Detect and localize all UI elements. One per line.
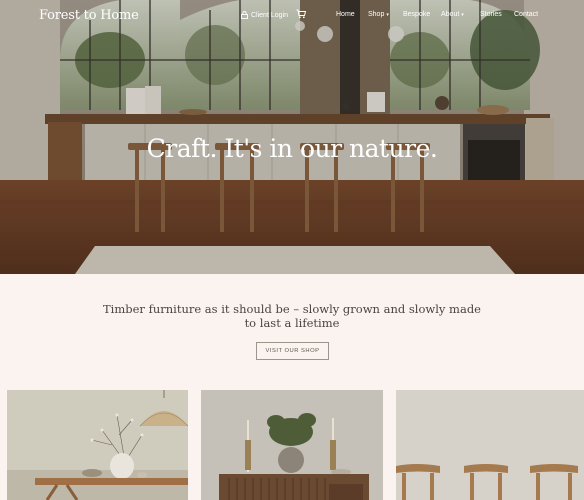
stools-image [396,390,584,500]
nav-item-about-label: About [441,11,460,18]
sideboard-image [201,390,383,500]
chevron-down-icon: ▾ [461,12,464,18]
hero-title: Craft. It's in our nature. [146,134,438,163]
main-navigation: Forest to Home Client Login Home Shop ▾ … [0,0,584,34]
brand-logo[interactable]: Forest to Home [39,8,139,23]
nav-item-bespoke[interactable]: Bespoke [403,11,430,18]
product-card-dining[interactable] [7,390,188,500]
client-login-link[interactable]: Client Login [241,11,288,19]
nav-item-contact[interactable]: Contact [514,11,538,18]
lock-icon [241,11,248,19]
product-card-sideboard[interactable] [201,390,383,500]
intro-tagline: Timber furniture as it should be – slowl… [103,302,481,330]
product-card-stools[interactable] [396,390,584,500]
nav-item-shop[interactable]: Shop ▾ [368,11,389,18]
nav-item-stories[interactable]: Stories [480,11,502,18]
nav-item-shop-label: Shop [368,11,385,18]
visit-shop-button[interactable]: VISIT OUR SHOP [256,342,329,360]
hero-banner: Forest to Home Client Login Home Shop ▾ … [0,0,584,274]
dining-table-image [7,390,188,500]
nav-item-home[interactable]: Home [336,11,355,18]
client-login-label: Client Login [251,11,288,19]
nav-item-about[interactable]: About ▾ [441,11,464,18]
cart-icon[interactable] [296,9,306,19]
chevron-down-icon: ▾ [386,12,389,18]
